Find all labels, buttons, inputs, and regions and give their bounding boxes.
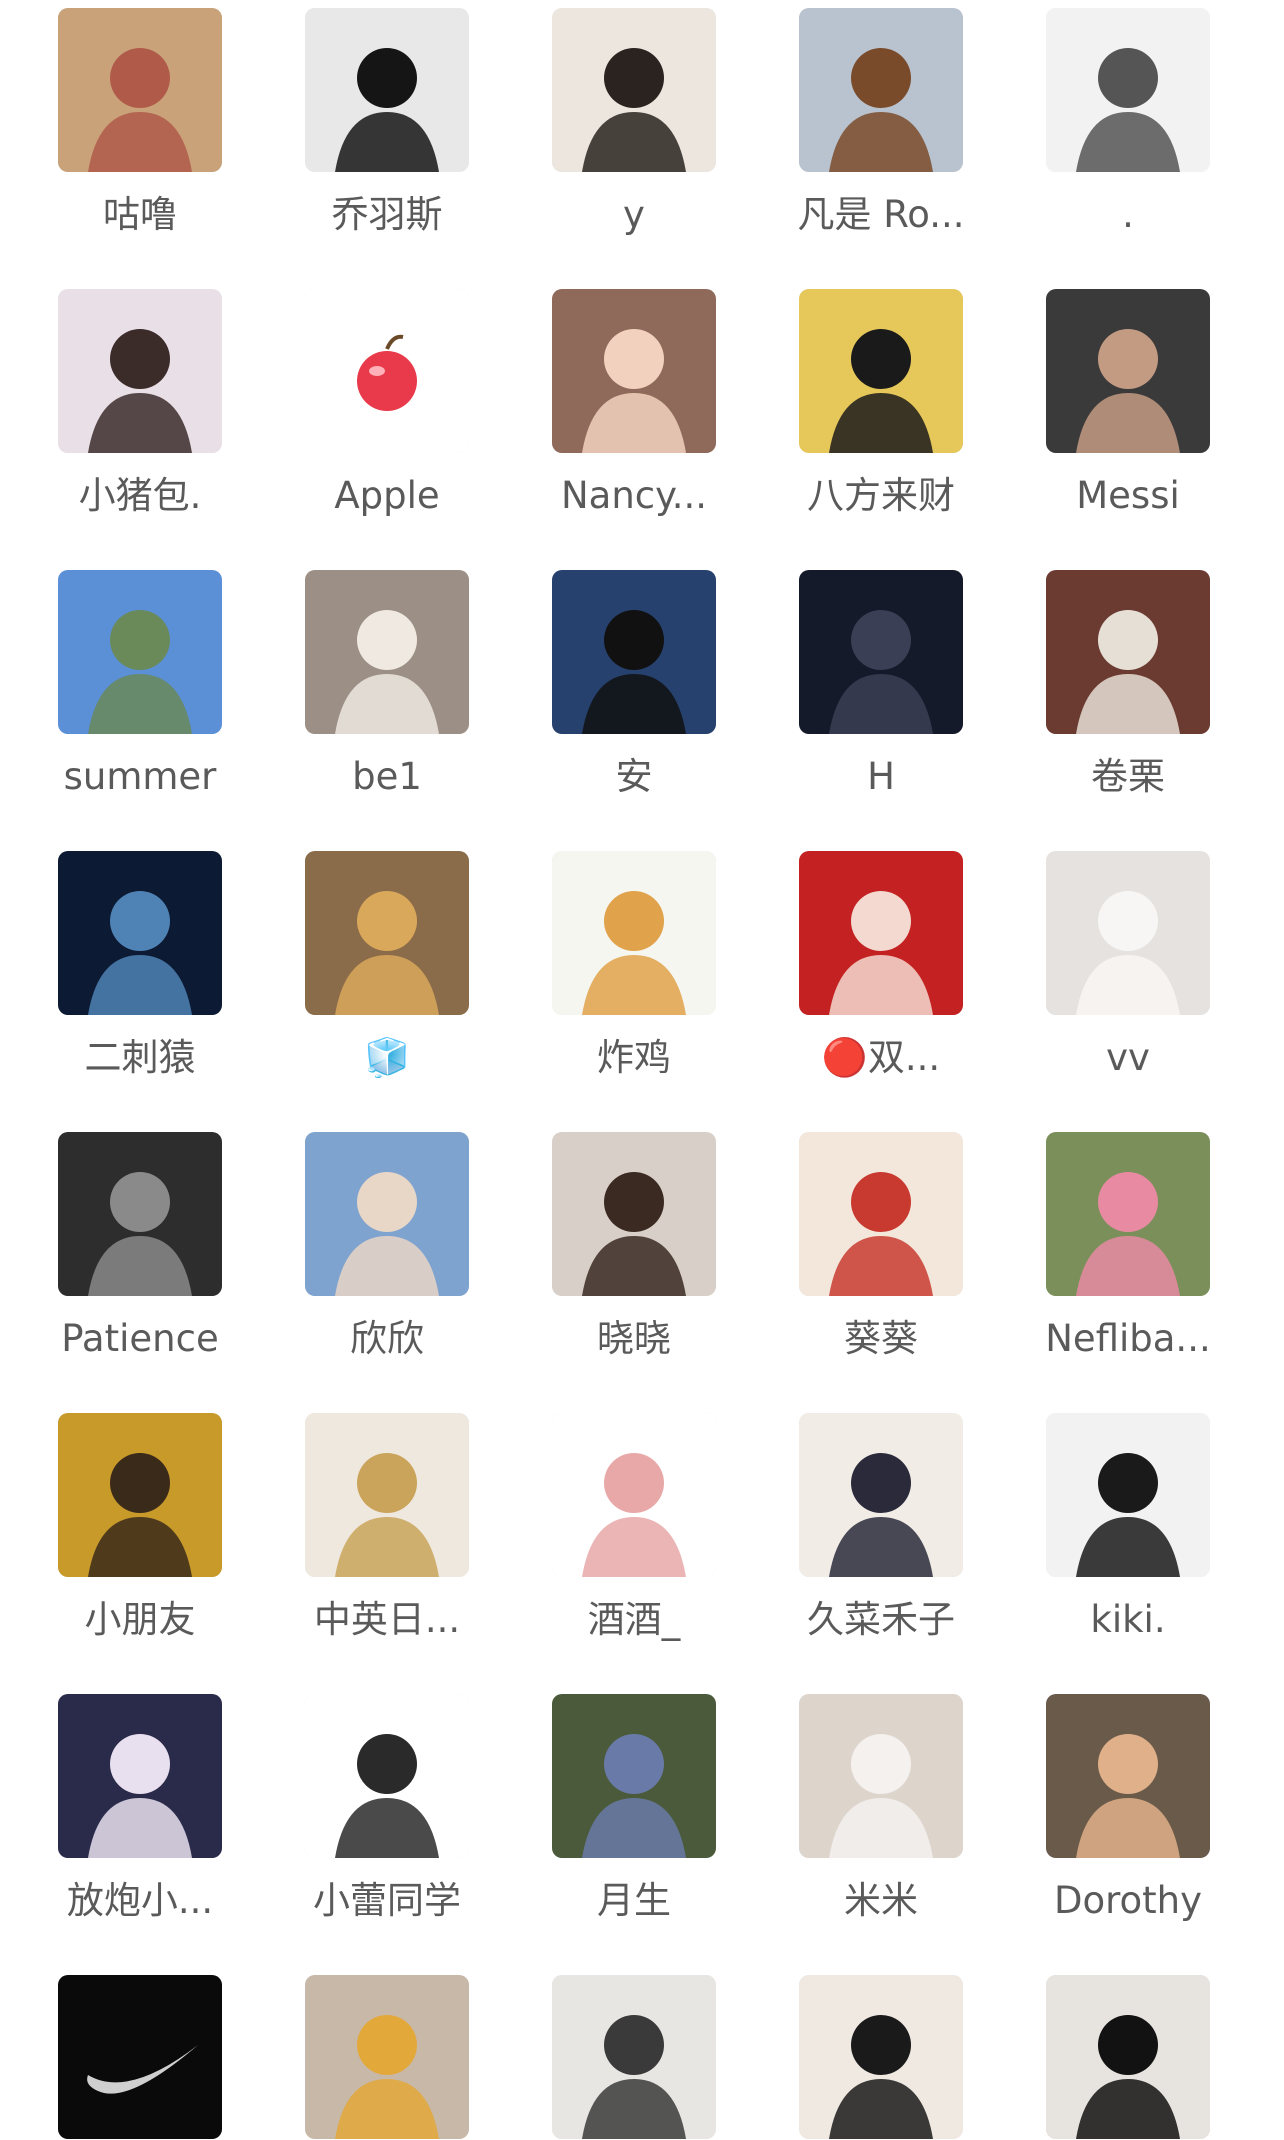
- girl-pink-flowers-icon[interactable]: [1046, 1132, 1210, 1296]
- tom-cat-piano-icon[interactable]: [58, 1132, 222, 1296]
- member-name: Dorothy: [1053, 1879, 1203, 1922]
- nike-swoosh-icon[interactable]: [58, 1975, 222, 2139]
- anime-night-car-icon[interactable]: [58, 851, 222, 1015]
- girl-flower-field-icon[interactable]: [552, 1694, 716, 1858]
- cartoon-mouse-hearts-icon[interactable]: [58, 8, 222, 172]
- girl-back-hat-icon[interactable]: [552, 8, 716, 172]
- member-name: be1: [352, 755, 422, 798]
- girl-white-dog-icon[interactable]: [799, 1694, 963, 1858]
- member-name: y: [623, 193, 645, 236]
- member-name: 晓晓: [597, 1317, 671, 1360]
- member-name: 安: [615, 755, 653, 798]
- member-name: 月生: [597, 1879, 671, 1922]
- cartoon-rabbit-icon[interactable]: [552, 1413, 716, 1577]
- mountain-landscape-icon[interactable]: [58, 570, 222, 734]
- member-name: Nancy...: [560, 474, 708, 517]
- member-name: 欣欣: [350, 1317, 424, 1360]
- woman-gold-dress-icon[interactable]: [305, 1413, 469, 1577]
- member-name: 中英日...: [313, 1598, 461, 1641]
- member-name: 葵葵: [844, 1317, 918, 1360]
- member-name: 酒酒_: [587, 1598, 681, 1641]
- member-name: 🔴双...: [821, 1036, 941, 1079]
- anime-girl-black-hair-icon[interactable]: [552, 570, 716, 734]
- member-name: 小蕾同学: [313, 1879, 461, 1922]
- member-name: 放炮小...: [66, 1879, 214, 1922]
- woman-bw-portrait-icon[interactable]: [1046, 1413, 1210, 1577]
- man-portrait-bw-icon[interactable]: [305, 8, 469, 172]
- member-name: summer: [63, 755, 217, 798]
- girl-sunflowers-icon[interactable]: [58, 1413, 222, 1577]
- member-name: 乔羽斯: [331, 193, 443, 236]
- man-smiling-photo-icon[interactable]: [1046, 289, 1210, 453]
- girl-beanie-photo-icon[interactable]: [552, 289, 716, 453]
- cartoon-girl-cat-hat-icon[interactable]: [305, 1694, 469, 1858]
- woman-office-desk-icon[interactable]: [552, 1975, 716, 2139]
- girl-glasses-bear-icon[interactable]: [1046, 1694, 1210, 1858]
- woman-blonde-black-dress-icon[interactable]: [799, 1975, 963, 2139]
- girl-white-hair-icon[interactable]: [58, 1694, 222, 1858]
- anime-girl-blonde-icon[interactable]: [305, 851, 469, 1015]
- member-name: 小朋友: [84, 1598, 196, 1641]
- member-name: Nefliba...: [1045, 1317, 1211, 1360]
- member-name: 🧊: [363, 1036, 411, 1079]
- manga-sketch-icon[interactable]: [1046, 8, 1210, 172]
- girl-sunglasses-unicorn-icon[interactable]: [58, 289, 222, 453]
- woman-black-portrait-icon[interactable]: [1046, 1975, 1210, 2139]
- cartoon-chick-sticker-icon[interactable]: [552, 851, 716, 1015]
- member-name: 咕噜: [103, 193, 177, 236]
- girl-beer-hat-icon[interactable]: [305, 1975, 469, 2139]
- member-name: Messi: [1076, 474, 1180, 517]
- member-name: H: [867, 755, 895, 798]
- anime-girl-red-hat-icon[interactable]: [799, 1132, 963, 1296]
- member-name: 二刺猿: [84, 1036, 196, 1079]
- deer-statue-city-icon[interactable]: [799, 8, 963, 172]
- member-name: Apple: [334, 474, 440, 517]
- member-name: 凡是 Ro...: [797, 193, 965, 236]
- white-cat-closeup-icon[interactable]: [1046, 851, 1210, 1015]
- fluffy-kitten-icon[interactable]: [305, 570, 469, 734]
- girl-sky-clouds-icon[interactable]: [305, 1132, 469, 1296]
- woman-red-background-icon[interactable]: [799, 851, 963, 1015]
- anime-girl-hanfu-icon[interactable]: [799, 1413, 963, 1577]
- black-cat-flowers-icon[interactable]: [799, 289, 963, 453]
- member-name: 小猪包.: [78, 474, 202, 517]
- ragdoll-cat-roses-icon[interactable]: [1046, 570, 1210, 734]
- red-apple-icon[interactable]: [305, 289, 469, 453]
- member-name: 米米: [844, 1879, 918, 1922]
- member-name: 炸鸡: [597, 1036, 671, 1079]
- member-name: 久菜禾子: [807, 1598, 955, 1641]
- member-name: vv: [1106, 1036, 1150, 1079]
- member-name: Patience: [61, 1317, 219, 1360]
- member-name: 八方来财: [807, 474, 955, 517]
- member-name: 卷栗: [1091, 755, 1165, 798]
- cartoon-girl-face-icon[interactable]: [552, 1132, 716, 1296]
- member-name: kiki.: [1090, 1598, 1166, 1641]
- anime-boy-dark-icon[interactable]: [799, 570, 963, 734]
- member-name: .: [1122, 193, 1134, 236]
